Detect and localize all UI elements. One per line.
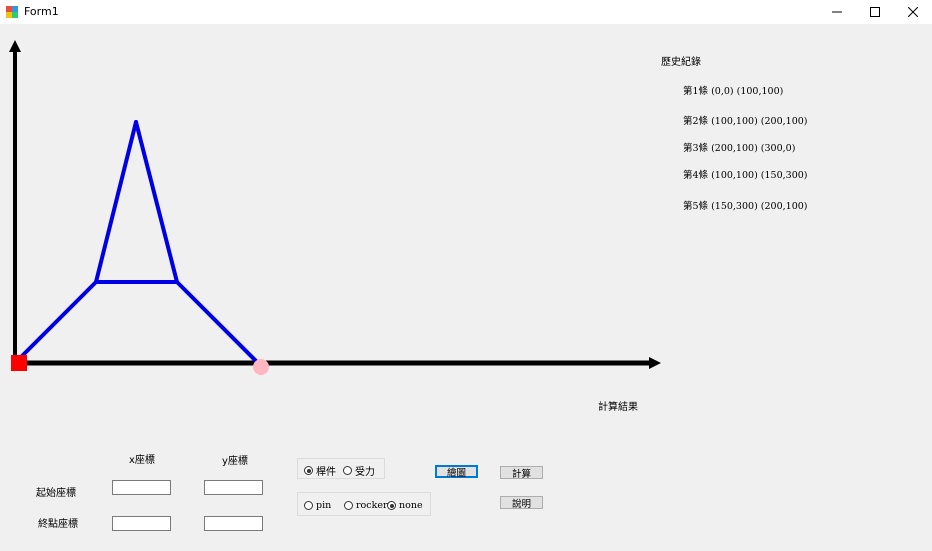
y-header: y座標 (222, 456, 248, 467)
member-5 (134, 120, 179, 284)
pin-support (11, 355, 27, 371)
radio-pin-indicator[interactable] (304, 501, 313, 510)
radio-rocker-label: rocker (356, 500, 388, 511)
member-1 (16, 280, 98, 362)
radio-force[interactable]: 受力 (343, 463, 375, 478)
radio-none[interactable]: none (387, 500, 423, 511)
maximize-icon (870, 7, 880, 17)
end-x-input[interactable] (112, 516, 171, 531)
radio-rocker[interactable]: rocker (344, 500, 388, 511)
support-group: pin rocker none (297, 492, 431, 516)
radio-pin-label: pin (316, 500, 332, 511)
history-item-coords: (0,0) (100,100) (711, 86, 784, 97)
radio-member-label: 桿件 (316, 467, 336, 478)
radio-member[interactable]: 桿件 (304, 463, 336, 478)
title-bar: Form1 (0, 0, 932, 24)
minimize-icon (832, 11, 842, 13)
start-label: 起始座標 (36, 488, 76, 499)
window-title: Form1 (24, 5, 59, 18)
history-item-label: 第4條 (683, 170, 709, 181)
drawing-canvas[interactable] (0, 24, 670, 384)
maximize-button[interactable] (856, 0, 894, 24)
radio-none-indicator[interactable] (387, 501, 396, 510)
y-axis-arrow (9, 40, 21, 52)
start-y-input[interactable] (204, 480, 263, 495)
minimize-button[interactable] (818, 0, 856, 24)
radio-none-label: none (399, 500, 423, 511)
history-item-coords: (100,100) (200,100) (711, 116, 808, 127)
close-icon (908, 7, 918, 17)
start-x-input[interactable] (112, 480, 171, 495)
history-item: 第2條 (100,100) (200,100) (683, 113, 808, 127)
end-label: 終點座標 (38, 519, 78, 530)
roller-support (253, 359, 269, 375)
history-item: 第1條 (0,0) (100,100) (683, 83, 783, 97)
close-button[interactable] (894, 0, 932, 24)
history-item-label: 第5條 (683, 201, 709, 212)
history-item-coords: (200,100) (300,0) (711, 143, 796, 154)
history-item-coords: (100,100) (150,300) (711, 170, 808, 181)
calculate-button[interactable]: 計算 (500, 466, 543, 480)
x-axis-arrow (649, 357, 661, 369)
truss-members (16, 120, 261, 366)
radio-rocker-indicator[interactable] (344, 501, 353, 510)
radio-force-label: 受力 (355, 467, 375, 478)
history-title: 歷史紀錄 (661, 57, 701, 68)
mode-group: 桿件 受力 (297, 458, 385, 479)
history-item-label: 第1條 (683, 86, 709, 97)
member-4 (94, 120, 138, 284)
app-icon (6, 6, 18, 18)
x-header: x座標 (129, 455, 155, 466)
member-3 (175, 280, 261, 366)
history-item: 第4條 (100,100) (150,300) (683, 167, 808, 181)
history-item-label: 第3條 (683, 143, 709, 154)
history-item-label: 第2條 (683, 116, 709, 127)
radio-member-indicator[interactable] (304, 466, 313, 475)
history-item: 第3條 (200,100) (300,0) (683, 140, 795, 154)
history-item: 第5條 (150,300) (200,100) (683, 198, 808, 212)
draw-button[interactable]: 繪圖 (435, 465, 478, 479)
help-button[interactable]: 說明 (500, 496, 543, 510)
radio-pin[interactable]: pin (304, 500, 331, 511)
history-item-coords: (150,300) (200,100) (711, 201, 808, 212)
end-y-input[interactable] (204, 516, 263, 531)
result-title: 計算結果 (598, 402, 638, 413)
radio-force-indicator[interactable] (343, 466, 352, 475)
